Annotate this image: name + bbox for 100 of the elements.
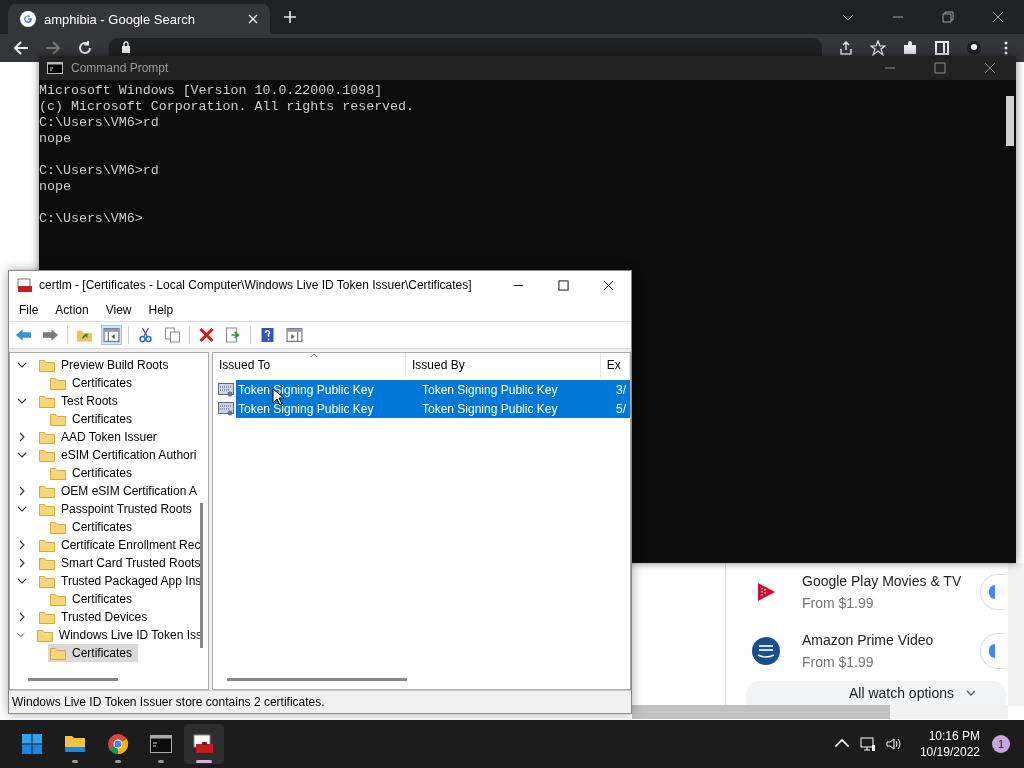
pane-toggle-icon[interactable] <box>101 325 122 345</box>
tree-item[interactable]: Certificates <box>48 518 139 536</box>
copy-icon[interactable] <box>162 325 183 345</box>
google-icon <box>20 11 36 27</box>
folder-icon <box>39 502 55 516</box>
tree-item[interactable]: Certificates <box>48 410 139 428</box>
menu-item[interactable]: File <box>19 303 39 317</box>
tree-item[interactable]: Certificates <box>48 644 139 662</box>
scrollbar[interactable] <box>227 678 407 681</box>
price-text: From $1.99 <box>802 595 875 612</box>
star-icon[interactable] <box>870 40 886 56</box>
provider-name[interactable]: Amazon Prime Video <box>802 632 980 649</box>
maximize-icon[interactable] <box>934 62 946 74</box>
toolbox-icon[interactable] <box>193 734 215 754</box>
folder-icon <box>50 520 66 534</box>
folder-icon <box>39 430 55 444</box>
volume-icon[interactable] <box>885 736 902 752</box>
tree-item[interactable]: OEM eSIM Certification A <box>37 482 204 500</box>
menu-item[interactable]: View <box>105 303 132 317</box>
back-icon[interactable] <box>13 40 29 56</box>
folder-icon <box>50 646 66 660</box>
expand-toggle-icon[interactable] <box>17 432 27 442</box>
scrollbar[interactable] <box>1006 96 1014 146</box>
menu-item[interactable]: Help <box>148 303 174 317</box>
certificate-icon <box>218 401 234 416</box>
table-cell-text: Token Signing Public Key <box>421 401 559 416</box>
share-icon[interactable] <box>838 40 854 56</box>
scrollbar[interactable] <box>632 705 1008 719</box>
close-icon[interactable] <box>603 279 614 291</box>
table-cell-text: Token Signing Public Key <box>237 401 375 416</box>
view-pane-icon[interactable] <box>284 325 305 345</box>
taskbar-app[interactable] <box>184 724 224 764</box>
tree-item[interactable]: Trusted Packaged App Ins <box>37 572 208 590</box>
puzzle-icon[interactable] <box>902 40 918 56</box>
folder-icon <box>36 628 53 642</box>
tree-item[interactable]: Trusted Devices <box>37 608 154 626</box>
scrollbar[interactable] <box>1008 563 1024 706</box>
tree-item[interactable]: Test Roots <box>37 392 124 410</box>
column-header[interactable]: Issued To <box>213 353 406 377</box>
tree-item[interactable]: Certificate Enrollment Rec <box>37 536 207 554</box>
profile-icon[interactable] <box>966 40 982 56</box>
scrollbar[interactable] <box>200 503 203 648</box>
tree-item[interactable]: eSIM Certification Authori <box>37 446 203 464</box>
lock-icon[interactable] <box>121 41 131 53</box>
folder-icon <box>39 610 55 624</box>
tree-item[interactable]: Preview Build Roots <box>37 356 175 374</box>
folder-icon <box>39 574 55 588</box>
scrollbar[interactable] <box>28 678 118 681</box>
close-icon[interactable] <box>992 11 1004 23</box>
expand-toggle-icon[interactable] <box>17 504 27 514</box>
browser-tab[interactable]: amphibia - Google Search <box>8 4 270 34</box>
provider-name[interactable]: Google Play Movies & TV <box>802 573 980 590</box>
browser-icon[interactable] <box>107 734 129 754</box>
windows-logo-icon[interactable] <box>21 734 43 754</box>
console-line: C:\Users\VM6>rd <box>39 163 160 179</box>
expand-toggle-icon[interactable] <box>17 450 27 460</box>
certificate-icon <box>218 382 234 397</box>
notification-badge[interactable]: 1 <box>992 735 1010 753</box>
forward-icon[interactable] <box>45 40 61 56</box>
console-line: nope <box>39 131 72 147</box>
expand-toggle-icon[interactable] <box>17 612 27 622</box>
folder-icon <box>39 556 55 570</box>
maximize-icon[interactable] <box>558 279 569 291</box>
folder-icon <box>50 466 66 480</box>
expand-toggle-icon[interactable] <box>17 576 27 586</box>
clock[interactable]: 10:16 PM 10/19/2022 <box>919 729 980 759</box>
expand-toggle-icon[interactable] <box>17 558 27 568</box>
column-header[interactable]: Ex <box>600 353 630 377</box>
tree-item[interactable]: Certificates <box>48 464 139 482</box>
tree-item[interactable]: Certificates <box>48 374 139 392</box>
sidebar-icon[interactable] <box>934 40 950 56</box>
expand-toggle-icon[interactable] <box>17 630 25 640</box>
status-text: Windows Live ID Token Issuer store contains 2 certificates. <box>12 695 325 709</box>
expand-toggle-icon[interactable] <box>17 486 27 496</box>
tree-item[interactable]: Passpoint Trusted Roots <box>37 500 198 518</box>
restore-icon[interactable] <box>942 11 954 23</box>
column-header[interactable]: Issued By <box>405 353 601 377</box>
folder-icon <box>39 358 55 372</box>
expand-toggle-icon[interactable] <box>17 396 27 406</box>
folder-icon <box>39 448 55 462</box>
expand-toggle-icon[interactable] <box>17 540 27 550</box>
folder-icon <box>39 538 55 552</box>
console-line: Microsoft Windows [Version 10.0.22000.1098] <box>39 83 384 99</box>
sort-caret-icon <box>310 353 318 358</box>
network-icon[interactable] <box>859 736 876 752</box>
terminal-icon[interactable] <box>150 734 172 754</box>
window-title: certlm - [Certificates - Local Computer\Windows Live ID Token Issuer\Certificates] <box>39 278 472 292</box>
all-watch-options-button[interactable]: All watch options <box>746 680 1006 706</box>
tree-item[interactable]: Smart Card Trusted Roots <box>37 554 207 572</box>
tree-item[interactable]: Certificates <box>48 590 139 608</box>
reload-icon[interactable] <box>77 40 93 56</box>
expand-toggle-icon[interactable] <box>17 360 27 370</box>
table-cell-text: 5/ <box>616 401 627 416</box>
new-tab-icon[interactable] <box>284 11 296 23</box>
folder-icon <box>50 592 66 606</box>
console-line: C:\Users\VM6>rd <box>39 115 160 131</box>
tree-item[interactable]: AAD Token Issuer <box>37 428 163 446</box>
menu-item[interactable]: Action <box>55 303 89 317</box>
table-row[interactable]: Token Signing Public Key Token Signing Public Key 5/ <box>236 399 630 418</box>
folder-icon[interactable] <box>64 734 86 754</box>
